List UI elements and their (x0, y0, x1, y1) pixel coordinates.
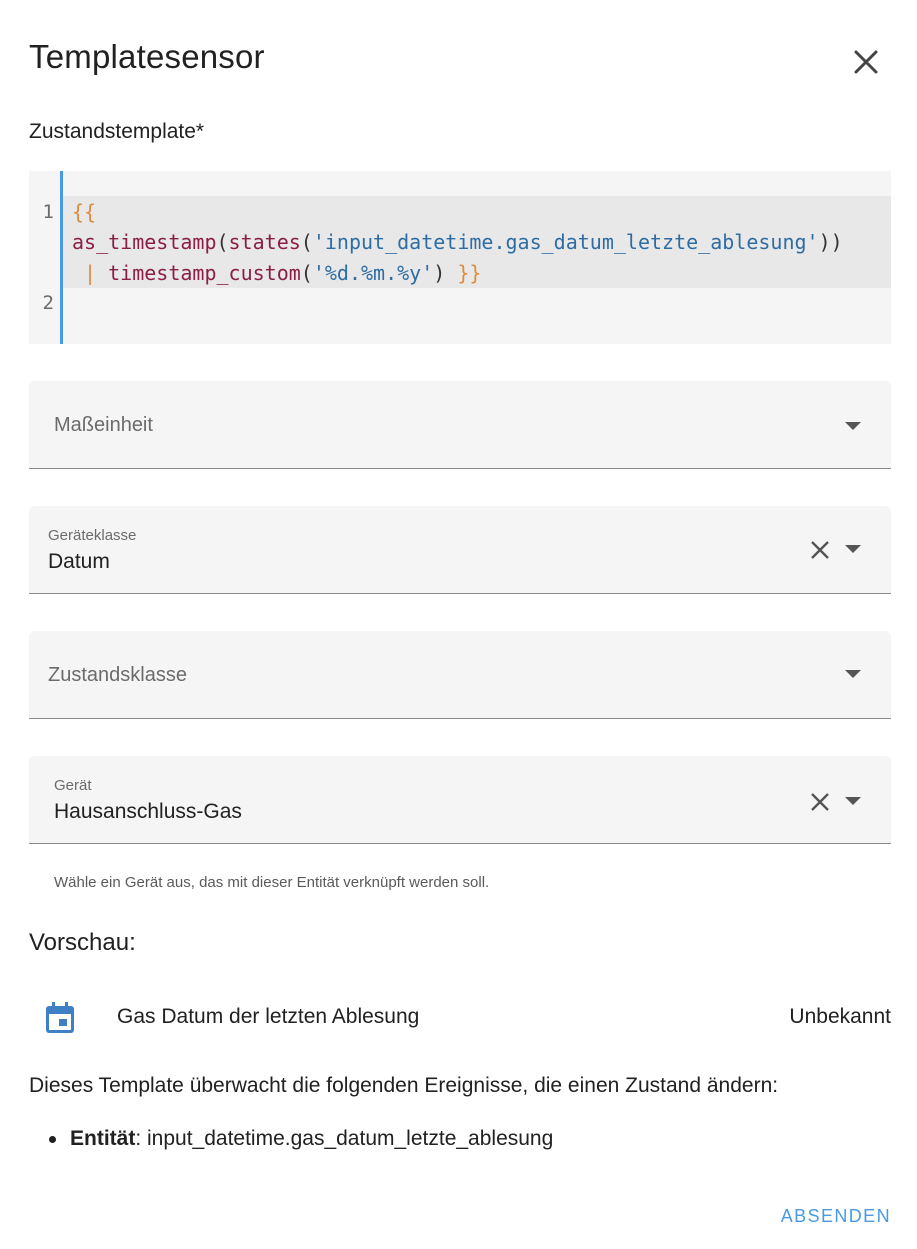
listeners-description: Dieses Template überwacht die folgenden … (29, 1074, 779, 1097)
chevron-down-icon[interactable] (845, 421, 861, 431)
device-helper-text: Wähle ein Gerät aus, das mit dieser Enti… (54, 874, 490, 891)
device-value: Hausanschluss-Gas (54, 800, 242, 823)
code-token: 'input_datetime.gas_datum_letzte_ablesun… (312, 230, 819, 254)
submit-button[interactable]: ABSENDEN (781, 1206, 891, 1227)
code-token: as_timestamp (72, 230, 217, 254)
device-label: Gerät (54, 777, 92, 794)
unit-placeholder: Maßeinheit (54, 414, 153, 436)
code-token: '%d.%m.%y' (312, 261, 434, 285)
preview-entity-name: Gas Datum der letzten Ablesung (117, 1005, 420, 1028)
code-token: timestamp_custom (108, 261, 301, 285)
chevron-down-icon[interactable] (845, 796, 861, 806)
device-class-label: Geräteklasse (48, 527, 137, 544)
state-template-label: Zustandstemplate* (29, 120, 205, 143)
unit-select[interactable]: Maßeinheit (29, 381, 891, 469)
list-item: Entität: input_datetime.gas_datum_letzte… (48, 1127, 554, 1151)
chevron-down-icon[interactable] (845, 544, 861, 554)
calendar-icon (46, 1002, 74, 1033)
code-line: | timestamp_custom('%d.%m.%y') }} (84, 261, 482, 285)
clear-icon[interactable] (809, 791, 831, 813)
preview-entity-state: Unbekannt (789, 1005, 891, 1028)
device-select[interactable]: Gerät Hausanschluss-Gas (29, 756, 891, 844)
code-token: states (228, 230, 301, 254)
code-gutter: 1 2 (29, 171, 63, 344)
code-line: as_timestamp(states('input_datetime.gas_… (72, 230, 843, 254)
clear-icon[interactable] (809, 539, 831, 561)
listener-kind: Entität (70, 1127, 136, 1150)
device-class-select[interactable]: Geräteklasse Datum (29, 506, 891, 594)
preview-heading: Vorschau: (29, 929, 136, 956)
line-number: 2 (42, 292, 54, 314)
code-token: }} (457, 261, 482, 285)
chevron-down-icon[interactable] (845, 669, 861, 679)
state-class-placeholder: Zustandsklasse (48, 664, 187, 686)
close-icon[interactable] (846, 42, 886, 82)
state-class-select[interactable]: Zustandsklasse (29, 631, 891, 719)
code-line: {{ (72, 200, 96, 224)
listener-value: : input_datetime.gas_datum_letzte_ablesu… (135, 1127, 554, 1150)
dialog-title: Templatesensor (29, 38, 265, 75)
template-code-editor[interactable]: 1 2 {{ as_timestamp(states('input_dateti… (29, 171, 891, 344)
device-class-value: Datum (48, 550, 110, 573)
code-token: {{ (72, 200, 97, 224)
code-token: | (84, 261, 97, 285)
line-number: 1 (42, 201, 54, 223)
template-sensor-dialog: Templatesensor Zustandstemplate* 1 2 {{ … (0, 0, 917, 1249)
